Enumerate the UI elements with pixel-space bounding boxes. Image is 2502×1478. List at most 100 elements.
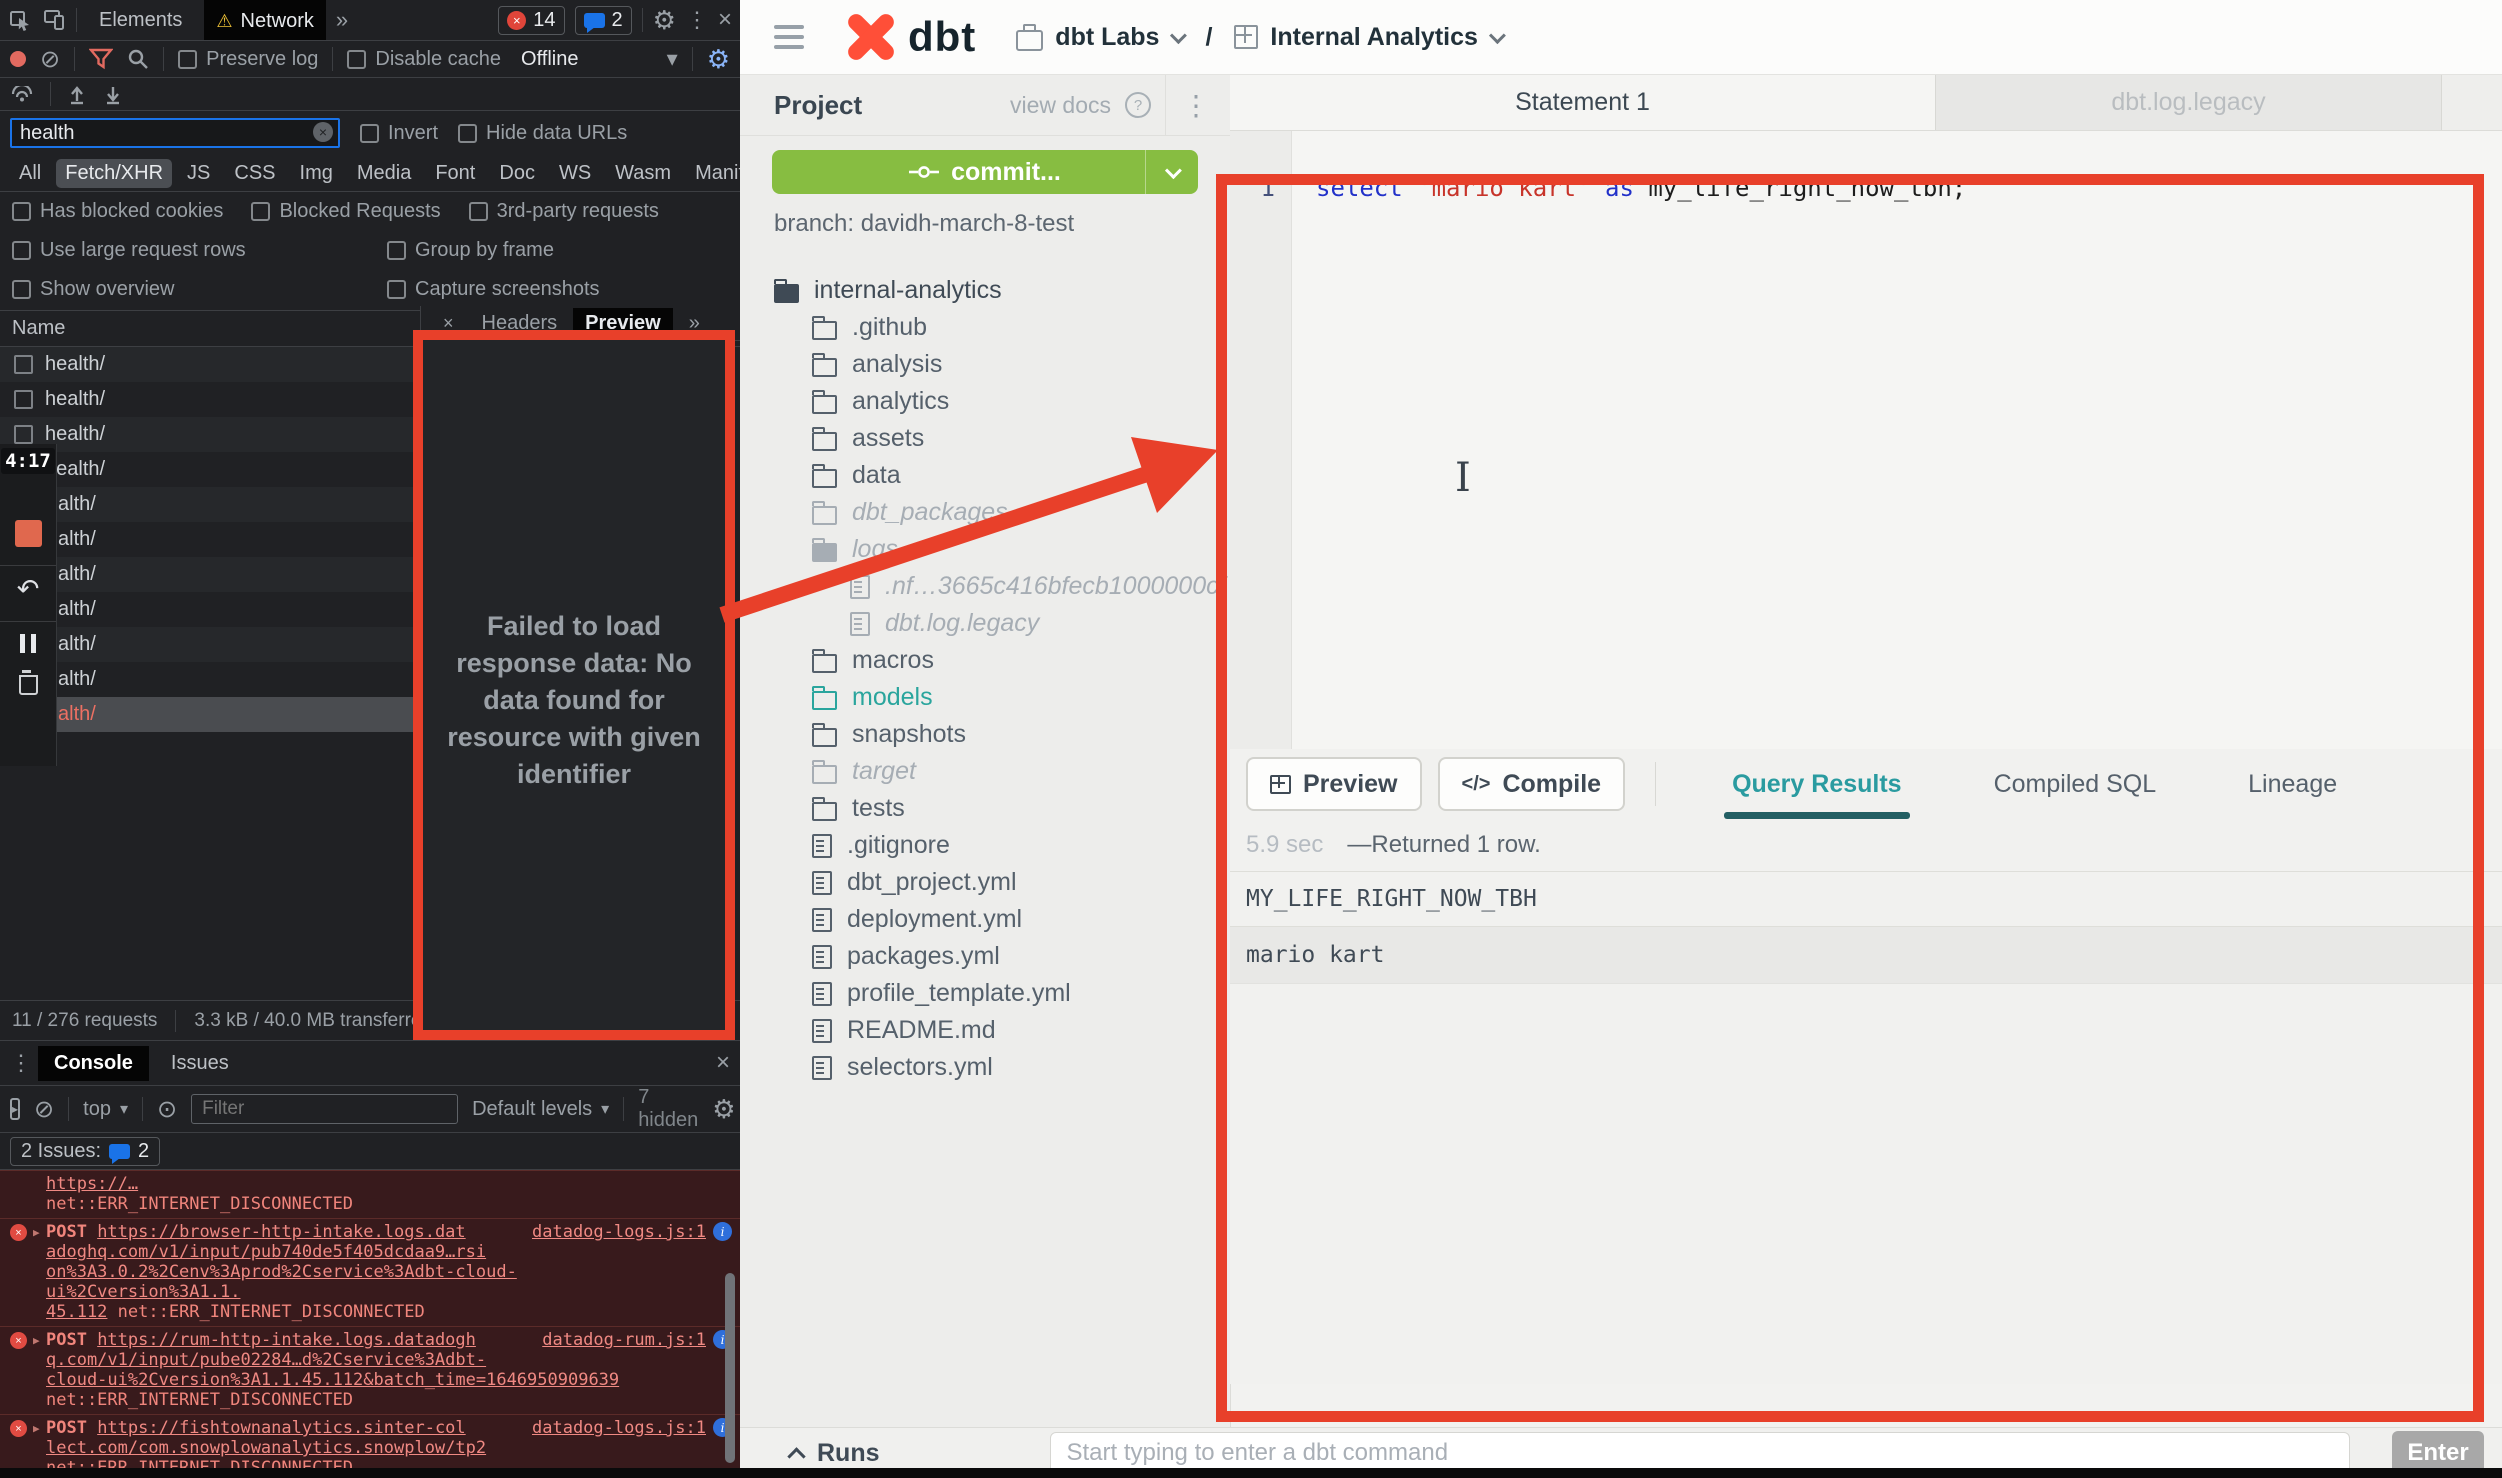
filter-pill-font[interactable]: Font xyxy=(426,159,484,188)
console-error-entry[interactable]: ×▶datadog-rum.js:1iPOST https://rum-http… xyxy=(0,1326,740,1414)
filter-pill-doc[interactable]: Doc xyxy=(490,159,544,188)
hide-data-urls-checkbox[interactable]: Hide data URLs xyxy=(458,122,627,145)
clear-filter-icon[interactable]: × xyxy=(313,122,333,142)
account-switcher[interactable]: dbt Labs xyxy=(1016,23,1183,52)
commit-dropdown-caret[interactable] xyxy=(1145,150,1198,194)
file-tree-item-nf-3665c416bfecb1000000cf[interactable]: .nf…3665c416bfecb1000000cf xyxy=(740,568,1230,605)
expand-triangle-icon[interactable]: ▶ xyxy=(33,1419,40,1439)
eye-icon[interactable]: ⊙ xyxy=(157,1095,177,1124)
group-by-frame-checkbox[interactable]: Group by frame xyxy=(387,239,740,262)
drawer-kebab-icon[interactable]: ⋮ xyxy=(10,1050,32,1076)
file-tree-item-gitignore[interactable]: .gitignore xyxy=(740,827,1230,864)
file-tree-item-packages-yml[interactable]: packages.yml xyxy=(740,938,1230,975)
throttling-select[interactable]: Offline xyxy=(521,48,578,71)
request-url-link[interactable]: adoghq.com/v1/input/pub740de5f405dcdaa9…… xyxy=(46,1242,486,1262)
network-request-row[interactable]: alth/ xyxy=(0,487,420,522)
request-url-link[interactable]: on%3A3.0.2%2Cenv%3Aprod%2Cservice%3Adbt-… xyxy=(46,1262,517,1302)
filter-pill-img[interactable]: Img xyxy=(291,159,342,188)
clear-console-icon[interactable]: ⊘ xyxy=(34,1095,54,1124)
commit-button[interactable]: commit... xyxy=(772,150,1198,194)
close-devtools-icon[interactable]: × xyxy=(718,6,732,34)
network-request-row[interactable]: alth/ xyxy=(0,522,420,557)
file-tree-item-dbt-packages[interactable]: dbt_packages xyxy=(740,494,1230,531)
invert-checkbox[interactable]: Invert xyxy=(360,122,438,145)
device-toolbar-icon[interactable] xyxy=(42,8,66,32)
project-kebab-icon[interactable]: ⋮ xyxy=(1165,75,1210,135)
record-icon[interactable] xyxy=(10,51,26,67)
preserve-log-checkbox[interactable]: Preserve log xyxy=(178,48,318,71)
tab-network[interactable]: ⚠ Network xyxy=(204,0,326,40)
request-url-link[interactable]: 45.112 xyxy=(46,1302,107,1322)
file-tree-item-tests[interactable]: tests xyxy=(740,790,1230,827)
tab-elements[interactable]: Elements xyxy=(87,4,194,37)
request-url-link[interactable]: lect.com/com.snowplowanalytics.snowplow/… xyxy=(46,1438,486,1458)
network-filter-input[interactable] xyxy=(10,118,340,148)
file-tree-item-target[interactable]: target xyxy=(740,753,1230,790)
dbt-logo[interactable]: dbt xyxy=(844,10,976,64)
network-request-row[interactable]: health/ xyxy=(0,382,420,417)
console-error-source-link[interactable]: datadog-logs.js:1 xyxy=(532,1418,706,1438)
network-settings-gear-icon[interactable]: ⚙ xyxy=(707,44,730,75)
file-tree-item-macros[interactable]: macros xyxy=(740,642,1230,679)
name-column-header[interactable]: Name xyxy=(12,317,65,340)
tab-console[interactable]: Console xyxy=(38,1046,149,1081)
settings-gear-icon[interactable]: ⚙ xyxy=(653,5,676,36)
file-tree-item-selectors-yml[interactable]: selectors.yml xyxy=(740,1049,1230,1086)
file-tree-item-analytics[interactable]: analytics xyxy=(740,383,1230,420)
project-switcher[interactable]: Internal Analytics xyxy=(1234,23,1501,52)
inspect-element-icon[interactable] xyxy=(8,8,32,32)
file-tree-item-models[interactable]: models xyxy=(740,679,1230,716)
editor-tab-statement-1[interactable]: Statement 1 xyxy=(1230,75,1935,130)
undo-icon[interactable]: ↶ xyxy=(0,565,56,605)
network-request-row[interactable]: alth/ xyxy=(0,592,420,627)
trash-icon[interactable] xyxy=(19,675,38,695)
console-settings-gear-icon[interactable]: ⚙ xyxy=(712,1094,735,1125)
runs-toggle[interactable]: Runs xyxy=(790,1439,880,1468)
blocked-requests-checkbox[interactable]: Blocked Requests xyxy=(251,200,440,223)
console-scrollbar[interactable] xyxy=(725,1273,735,1463)
console-error-source-link[interactable]: datadog-rum.js:1 xyxy=(542,1330,706,1350)
search-icon[interactable] xyxy=(127,48,149,70)
expand-triangle-icon[interactable]: ▶ xyxy=(33,1223,40,1243)
preview-button[interactable]: Preview xyxy=(1246,757,1422,811)
use-large-request-rows-checkbox[interactable]: Use large request rows xyxy=(12,239,387,262)
sql-editor[interactable]: 1 select 'mario kart' as my_life_right_n… xyxy=(1230,131,2502,749)
capture-screenshots-checkbox[interactable]: Capture screenshots xyxy=(387,278,740,301)
help-icon[interactable]: ? xyxy=(1125,92,1151,118)
filter-pill-media[interactable]: Media xyxy=(348,159,420,188)
request-url-link[interactable]: https://fishtownanalytics.sinter-col xyxy=(97,1418,465,1438)
editor-tab-dbt-log-legacy[interactable]: dbt.log.legacy xyxy=(1935,75,2442,130)
file-tree-item-assets[interactable]: assets xyxy=(740,420,1230,457)
filter-pill-all[interactable]: All xyxy=(10,159,50,188)
file-tree-item-logs[interactable]: logs xyxy=(740,531,1230,568)
context-selector[interactable]: top ▾ xyxy=(83,1098,128,1121)
kebab-menu-icon[interactable]: ⋮ xyxy=(686,7,708,33)
request-url-link[interactable]: https://browser-http-intake.logs.dat xyxy=(97,1222,465,1242)
expand-triangle-icon[interactable]: ▶ xyxy=(33,1331,40,1351)
network-request-row[interactable]: health/ xyxy=(0,452,420,487)
view-docs-link[interactable]: view docs xyxy=(1010,92,1111,119)
export-har-icon[interactable] xyxy=(103,83,123,105)
filter-pill-wasm[interactable]: Wasm xyxy=(606,159,680,188)
import-har-icon[interactable] xyxy=(67,83,87,105)
show-overview-checkbox[interactable]: Show overview xyxy=(12,278,387,301)
request-url-link[interactable]: https://… xyxy=(46,1174,138,1194)
pause-icon[interactable] xyxy=(0,621,56,653)
3rd-party-requests-checkbox[interactable]: 3rd-party requests xyxy=(469,200,659,223)
network-request-row[interactable]: health/ xyxy=(0,347,420,382)
file-tree-item-readme-md[interactable]: README.md xyxy=(740,1012,1230,1049)
filter-pill-css[interactable]: CSS xyxy=(225,159,284,188)
throttling-caret-icon[interactable]: ▾ xyxy=(667,46,678,72)
close-drawer-icon[interactable]: × xyxy=(716,1049,730,1077)
network-conditions-icon[interactable] xyxy=(10,86,34,102)
file-tree-item-dbt-log-legacy[interactable]: dbt.log.legacy xyxy=(740,605,1230,642)
filter-pill-ws[interactable]: WS xyxy=(550,159,600,188)
error-count-badge[interactable]: × 14 xyxy=(498,6,564,35)
more-tabs-icon[interactable]: » xyxy=(336,7,348,33)
issue-count-badge[interactable]: 2 xyxy=(575,6,632,35)
file-tree-item-profile-template-yml[interactable]: profile_template.yml xyxy=(740,975,1230,1012)
console-filter-input[interactable] xyxy=(191,1094,458,1124)
network-request-row[interactable]: health/ xyxy=(0,417,420,452)
console-error-entry[interactable]: ×▶datadog-logs.js:1iPOST https://browser… xyxy=(0,1218,740,1326)
issues-summary-button[interactable]: 2 Issues: 2 xyxy=(10,1137,160,1166)
